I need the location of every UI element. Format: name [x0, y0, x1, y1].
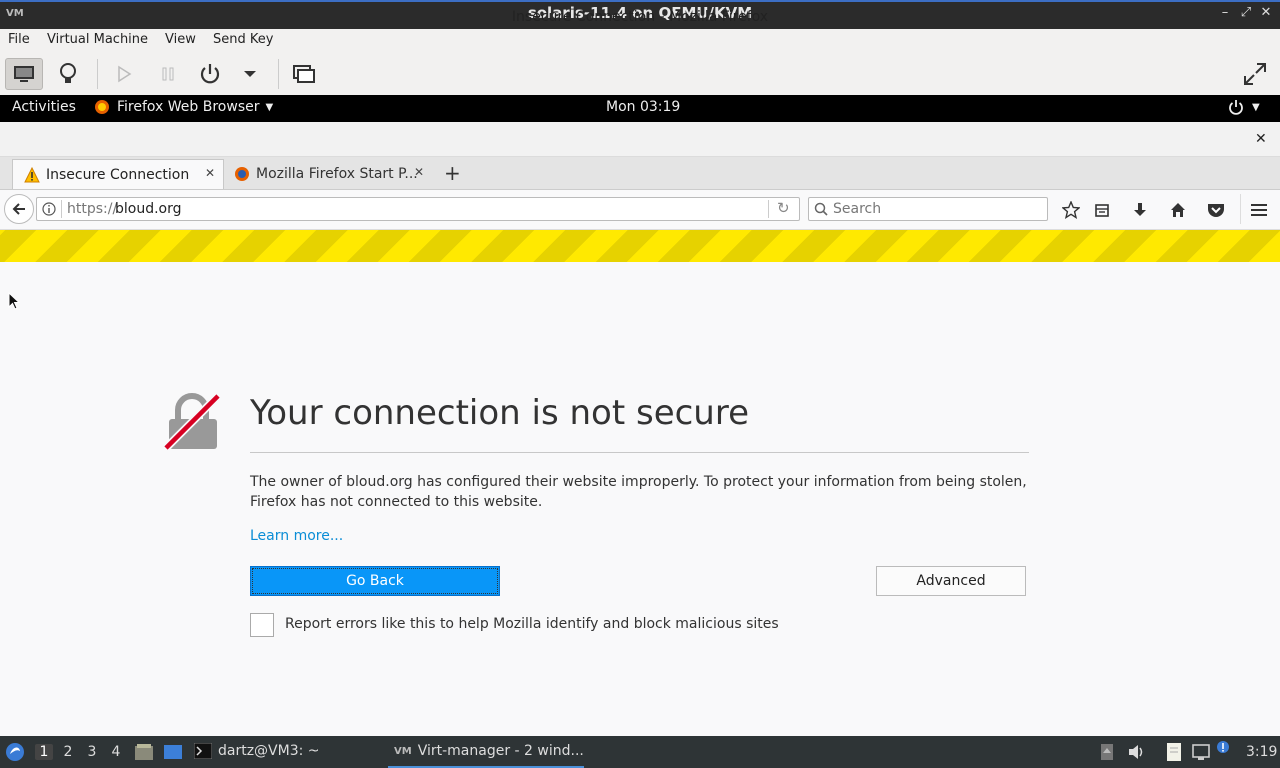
mouse-cursor-icon [8, 292, 20, 310]
power-icon [1229, 100, 1243, 115]
url-scheme: https:// [67, 201, 118, 217]
notification-icon[interactable] [1216, 740, 1230, 754]
pause-button[interactable] [149, 58, 187, 90]
monitor-icon [14, 66, 34, 82]
lightbulb-icon [60, 63, 76, 83]
app-menu[interactable]: Firefox Web Browser ▼ [94, 99, 273, 115]
chevron-down-icon [244, 71, 256, 77]
close-tab-icon[interactable]: ✕ [414, 165, 424, 179]
tab-firefox-start[interactable]: Mozilla Firefox Start P... ✕ [226, 159, 432, 189]
power-icon [200, 64, 220, 84]
bookmark-star-icon[interactable] [1061, 200, 1081, 220]
url-separator [768, 200, 769, 218]
info-icon[interactable] [42, 202, 56, 216]
home-icon[interactable] [1168, 200, 1188, 220]
workspace-3[interactable]: 3 [83, 744, 101, 760]
broken-lock-icon [163, 393, 221, 451]
vm-toolbar [0, 53, 1280, 96]
console-button[interactable] [5, 58, 43, 90]
firefox-icon [95, 100, 109, 114]
terminal-task[interactable]: dartz@VM3: ~ [194, 743, 320, 759]
gnome-clock[interactable]: Mon 03:19 [606, 99, 680, 115]
search-bar[interactable]: Search [808, 197, 1048, 221]
tab-strip: Insecure Connection ✕ Mozilla Firefox St… [0, 157, 1280, 190]
system-menu[interactable]: ▼ [1228, 99, 1260, 115]
toolbar-separator [97, 59, 98, 89]
terminal-task-label: dartz@VM3: ~ [218, 743, 320, 759]
back-button[interactable] [4, 194, 34, 224]
firefox-icon [235, 167, 249, 181]
menu-virtual-machine[interactable]: Virtual Machine [47, 32, 148, 47]
error-description: The owner of bloud.org has configured th… [250, 474, 1027, 510]
tab-insecure-connection[interactable]: Insecure Connection ✕ [12, 159, 224, 189]
fullscreen-icon [1244, 63, 1266, 85]
taskbar-clock[interactable]: 3:19 [1246, 744, 1277, 760]
close-icon[interactable]: ✕ [1255, 131, 1267, 147]
screens-icon [293, 65, 315, 83]
reload-icon[interactable]: ↻ [777, 199, 790, 217]
warning-icon [24, 166, 40, 182]
new-tab-icon[interactable]: + [444, 163, 461, 183]
back-arrow-icon [12, 203, 25, 215]
report-errors-checkbox[interactable] [250, 613, 274, 637]
firefox-window-title: Insecure Connection - Mozilla Firefox [511, 9, 769, 25]
url-bar[interactable]: https:// bloud.org ↻ [36, 197, 800, 221]
workspace-4[interactable]: 4 [107, 744, 125, 760]
details-button[interactable] [49, 58, 87, 90]
menu-file[interactable]: File [8, 32, 30, 47]
tab-label: Mozilla Firefox Start P... [256, 166, 418, 182]
download-icon[interactable] [1130, 200, 1150, 220]
pause-icon [162, 67, 174, 81]
virt-manager-task[interactable]: VM Virt-manager - 2 wind... [388, 736, 584, 768]
search-placeholder: Search [833, 201, 882, 217]
taskbar: 1 2 3 4 dartz@VM3: ~ VM Virt-manager - 2… [0, 736, 1280, 768]
file-manager-icon[interactable] [134, 743, 154, 761]
url-host: bloud.org [115, 201, 182, 217]
navigation-bar: https:// bloud.org ↻ Search [0, 190, 1280, 230]
chevron-down-icon: ▼ [265, 101, 274, 113]
play-icon [118, 65, 132, 83]
power-button[interactable] [191, 58, 229, 90]
menu-send-key[interactable]: Send Key [213, 32, 273, 47]
chevron-down-icon: ▼ [1252, 101, 1260, 113]
activities-button[interactable]: Activities [12, 99, 76, 115]
vm-menubar: File Virtual Machine View Send Key [0, 29, 1280, 53]
report-errors-label: Report errors like this to help Mozilla … [285, 616, 779, 632]
virt-manager-task-label: Virt-manager - 2 wind... [417, 743, 584, 759]
menu-view[interactable]: View [165, 32, 196, 47]
fullscreen-button[interactable] [1236, 58, 1274, 90]
firefox-titlebar [0, 122, 1280, 157]
advanced-button[interactable]: Advanced [876, 566, 1026, 596]
eject-icon[interactable] [1100, 743, 1114, 761]
workspace-2[interactable]: 2 [59, 744, 77, 760]
warning-stripe [0, 230, 1280, 262]
network-icon[interactable] [1192, 743, 1210, 761]
run-button[interactable] [105, 58, 143, 90]
start-menu-icon[interactable] [5, 742, 25, 762]
workspace-1[interactable]: 1 [35, 744, 53, 760]
bookmarks-menu-icon[interactable] [1092, 200, 1112, 220]
search-icon [814, 202, 828, 216]
snapshots-button[interactable] [285, 58, 323, 90]
go-back-button[interactable]: Go Back [250, 566, 500, 596]
hamburger-menu-icon[interactable] [1249, 200, 1269, 220]
notes-icon[interactable] [1164, 742, 1184, 762]
heading-divider [250, 452, 1029, 453]
tab-label: Insecure Connection [46, 166, 190, 183]
learn-more-link[interactable]: Learn more... [250, 528, 343, 544]
pocket-icon[interactable] [1206, 200, 1226, 220]
toolbar-separator [278, 59, 279, 89]
url-separator [61, 200, 62, 218]
app-menu-label: Firefox Web Browser [117, 99, 260, 115]
terminal-icon [194, 743, 212, 759]
close-tab-icon[interactable]: ✕ [205, 166, 215, 180]
desktop-icon[interactable] [163, 743, 183, 761]
gnome-top-bar: Activities Firefox Web Browser ▼ Mon 03:… [0, 95, 1280, 122]
toolbar-separator [1240, 194, 1241, 224]
virt-manager-icon: VM [394, 745, 412, 757]
volume-icon[interactable] [1128, 744, 1144, 760]
power-menu-button[interactable] [231, 58, 269, 90]
error-heading: Your connection is not secure [250, 393, 750, 433]
